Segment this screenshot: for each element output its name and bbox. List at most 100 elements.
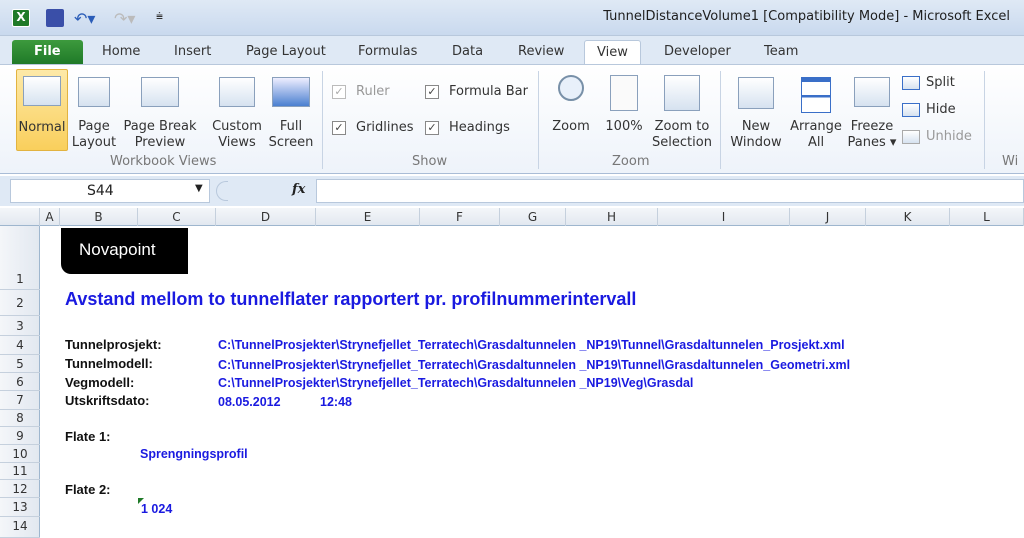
- flate2-value[interactable]: 1 024: [141, 502, 172, 516]
- unhide-button[interactable]: Unhide: [902, 129, 972, 144]
- button-label: New: [741, 119, 771, 134]
- formula-bar-checkbox[interactable]: ✓ Formula Bar: [425, 84, 528, 99]
- row-header[interactable]: 11: [0, 463, 40, 480]
- column-header[interactable]: F: [420, 208, 500, 226]
- zoom-to-selection-button[interactable]: Zoom to Selection: [650, 69, 714, 151]
- column-header[interactable]: I: [658, 208, 790, 226]
- row-header[interactable]: 1: [0, 226, 40, 290]
- formula-input[interactable]: [316, 179, 1024, 203]
- redo-icon[interactable]: ↷▾: [114, 9, 135, 28]
- button-label: Screen: [268, 135, 314, 150]
- tunnelprosjekt-label[interactable]: Tunnelprosjekt:: [65, 337, 162, 352]
- insert-function-icon[interactable]: fx: [292, 182, 305, 197]
- select-all-button[interactable]: [0, 208, 40, 226]
- chevron-down-icon[interactable]: ▼: [195, 183, 203, 194]
- column-header[interactable]: L: [950, 208, 1024, 226]
- arrange-all-button[interactable]: Arrange All: [788, 69, 844, 151]
- button-label: Views: [218, 135, 256, 150]
- print-time-value[interactable]: 12:48: [320, 395, 352, 409]
- full-screen-icon: [272, 77, 310, 107]
- excel-logo-icon[interactable]: X: [12, 9, 30, 27]
- tab-data[interactable]: Data: [440, 40, 495, 64]
- utskriftsdato-label[interactable]: Utskriftsdato:: [65, 393, 150, 408]
- save-icon[interactable]: [46, 9, 64, 27]
- page-layout-view-button[interactable]: Page Layout: [70, 69, 118, 151]
- flate1-value[interactable]: Sprengningsprofil: [140, 447, 248, 461]
- tab-home[interactable]: Home: [90, 40, 152, 64]
- button-label: Normal: [18, 120, 66, 135]
- column-headers: A B C D E F G H I J K L: [0, 208, 1024, 226]
- zoom-button[interactable]: Zoom: [548, 69, 594, 135]
- row-header[interactable]: 6: [0, 373, 40, 391]
- page-break-preview-button[interactable]: Page Break Preview: [122, 69, 198, 151]
- new-window-button[interactable]: New Window: [726, 69, 786, 151]
- button-label: Window: [730, 135, 782, 150]
- tab-file[interactable]: File: [12, 40, 83, 64]
- logo-text: Novapoint: [79, 240, 156, 259]
- column-header[interactable]: E: [316, 208, 420, 226]
- row-header[interactable]: 5: [0, 355, 40, 373]
- flate2-label[interactable]: Flate 2:: [65, 482, 111, 497]
- row-header[interactable]: 4: [0, 336, 40, 355]
- flate1-label[interactable]: Flate 1:: [65, 429, 111, 444]
- customize-qat-icon[interactable]: ⩧: [156, 9, 174, 27]
- normal-view-button[interactable]: Normal: [16, 69, 68, 151]
- undo-icon[interactable]: ↶▾: [74, 9, 95, 28]
- column-header[interactable]: J: [790, 208, 866, 226]
- column-header[interactable]: B: [60, 208, 138, 226]
- hide-button[interactable]: Hide: [902, 102, 956, 117]
- button-label: Page Break: [123, 119, 197, 134]
- row-header[interactable]: 2: [0, 290, 40, 316]
- gridlines-checkbox[interactable]: ✓ Gridlines: [332, 120, 414, 135]
- custom-views-button[interactable]: Custom Views: [210, 69, 264, 151]
- tab-insert[interactable]: Insert: [162, 40, 223, 64]
- tab-team[interactable]: Team: [752, 40, 810, 64]
- ribbon-tabs: File Home Insert Page Layout Formulas Da…: [0, 36, 1024, 64]
- column-header[interactable]: A: [40, 208, 60, 226]
- checkbox-label: Gridlines: [356, 120, 414, 135]
- tab-review[interactable]: Review: [506, 40, 576, 64]
- row-header[interactable]: 7: [0, 391, 40, 410]
- row-header[interactable]: 12: [0, 480, 40, 498]
- freeze-panes-button[interactable]: Freeze Panes ▾: [846, 69, 898, 151]
- row-header[interactable]: 14: [0, 517, 40, 538]
- split-button[interactable]: Split: [902, 75, 955, 90]
- tab-view[interactable]: View: [584, 40, 641, 64]
- tab-page-layout[interactable]: Page Layout: [234, 40, 338, 64]
- row-header[interactable]: 9: [0, 427, 40, 445]
- tunnelmodell-value[interactable]: C:\TunnelProsjekter\Strynefjellet_Terrat…: [218, 358, 850, 372]
- tunnelmodell-label[interactable]: Tunnelmodell:: [65, 356, 153, 371]
- name-box-value: S44: [87, 183, 114, 199]
- zoom-100-button[interactable]: 100%: [602, 69, 646, 135]
- column-header[interactable]: C: [138, 208, 216, 226]
- row-header[interactable]: 10: [0, 445, 40, 463]
- column-header[interactable]: H: [566, 208, 658, 226]
- checkbox-label: Formula Bar: [449, 84, 528, 99]
- button-label: Custom: [212, 119, 262, 134]
- column-header[interactable]: D: [216, 208, 316, 226]
- name-box[interactable]: S44 ▼: [10, 179, 210, 203]
- row-header[interactable]: 8: [0, 410, 40, 427]
- checkbox-label: Ruler: [356, 84, 390, 99]
- tab-formulas[interactable]: Formulas: [346, 40, 429, 64]
- divider: [322, 71, 323, 169]
- checkbox-label: Headings: [449, 120, 510, 135]
- tunnelprosjekt-value[interactable]: C:\TunnelProsjekter\Strynefjellet_Terrat…: [218, 338, 845, 352]
- button-label: Arrange: [790, 119, 842, 134]
- row-header[interactable]: 3: [0, 316, 40, 336]
- full-screen-button[interactable]: Full Screen: [266, 69, 316, 151]
- report-heading[interactable]: Avstand mellom to tunnelflater rapporter…: [65, 289, 636, 310]
- vegmodell-label[interactable]: Vegmodell:: [65, 375, 134, 390]
- custom-views-icon: [219, 77, 255, 107]
- tab-developer[interactable]: Developer: [652, 40, 743, 64]
- normal-view-icon: [23, 76, 61, 106]
- column-header[interactable]: K: [866, 208, 950, 226]
- headings-checkbox[interactable]: ✓ Headings: [425, 120, 510, 135]
- ruler-checkbox[interactable]: ✓ Ruler: [332, 84, 390, 99]
- column-header[interactable]: G: [500, 208, 566, 226]
- print-date-value[interactable]: 08.05.2012: [218, 395, 281, 409]
- row-header[interactable]: 13: [0, 498, 40, 517]
- vegmodell-value[interactable]: C:\TunnelProsjekter\Strynefjellet_Terrat…: [218, 376, 693, 390]
- formula-bar: S44 ▼ fx: [0, 176, 1024, 206]
- resize-handle[interactable]: [216, 181, 228, 201]
